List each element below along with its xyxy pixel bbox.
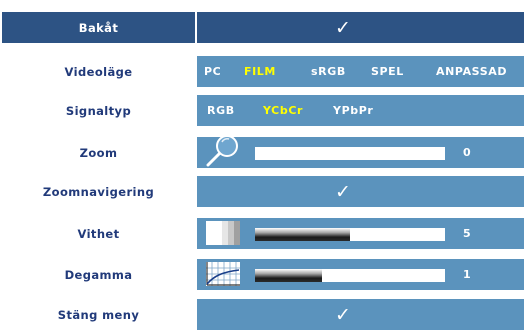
zoom-navigation-row[interactable]: Zoomnavigering ✓ [0, 176, 526, 207]
signal-type-row[interactable]: Signaltyp RGB YCbCr YPbPr [0, 95, 526, 126]
zoom-value: 0 [463, 146, 471, 159]
projector-osd-menu: Bakåt ✓ Videoläge PC FILM sRGB SPEL ANPA… [0, 0, 526, 336]
degamma-panel: 1 [197, 259, 524, 290]
white-level-slider-fill [255, 228, 350, 241]
signal-type-panel: RGB YCbCr YPbPr [197, 95, 524, 126]
degamma-label: Degamma [64, 267, 133, 282]
video-mode-option-pc[interactable]: PC [204, 56, 221, 87]
close-menu-checkmark-icon[interactable]: ✓ [335, 299, 351, 330]
degamma-slider[interactable] [255, 269, 445, 282]
degamma-value: 1 [463, 268, 471, 281]
zoom-label: Zoom [79, 145, 118, 160]
white-level-row[interactable]: Vithet 5 [0, 218, 526, 249]
magnifier-icon [206, 135, 238, 167]
back-label: Bakåt [2, 12, 195, 43]
close-menu-row[interactable]: Stäng meny ✓ [0, 299, 526, 330]
zoom-slider[interactable] [255, 147, 445, 160]
zoom-navigation-label: Zoomnavigering [42, 184, 155, 199]
degamma-row[interactable]: Degamma 1 [0, 259, 526, 290]
video-mode-panel: PC FILM sRGB SPEL ANPASSAD [197, 56, 524, 87]
white-level-slider[interactable] [255, 228, 445, 241]
video-mode-row[interactable]: Videoläge PC FILM sRGB SPEL ANPASSAD [0, 56, 526, 87]
degamma-slider-fill [255, 269, 322, 282]
video-mode-option-film[interactable]: FILM [244, 56, 276, 87]
video-mode-option-spel[interactable]: SPEL [371, 56, 404, 87]
signal-type-option-rgb[interactable]: RGB [207, 95, 235, 126]
close-menu-panel: ✓ [197, 299, 524, 330]
signal-type-option-ycbcr[interactable]: YCbCr [263, 95, 303, 126]
white-level-value: 5 [463, 227, 471, 240]
zoom-navigation-checkmark-icon[interactable]: ✓ [335, 176, 351, 207]
whiteness-gradient-icon [206, 221, 240, 245]
close-menu-label: Stäng meny [57, 307, 140, 322]
zoom-navigation-panel: ✓ [197, 176, 524, 207]
gamma-curve-icon [206, 262, 240, 286]
video-mode-option-anpassad[interactable]: ANPASSAD [436, 56, 507, 87]
white-level-panel: 5 [197, 218, 524, 249]
zoom-row[interactable]: Zoom 0 [0, 135, 526, 168]
signal-type-option-ypbpr[interactable]: YPbPr [333, 95, 373, 126]
back-panel[interactable]: ✓ [197, 12, 524, 43]
zoom-panel: 0 [197, 135, 524, 168]
signal-type-label: Signaltyp [65, 103, 132, 118]
video-mode-option-srgb[interactable]: sRGB [311, 56, 346, 87]
white-level-label: Vithet [77, 226, 120, 241]
back-checkmark-icon[interactable]: ✓ [335, 12, 351, 43]
back-row[interactable]: Bakåt ✓ [0, 12, 526, 43]
video-mode-label: Videoläge [64, 64, 133, 79]
